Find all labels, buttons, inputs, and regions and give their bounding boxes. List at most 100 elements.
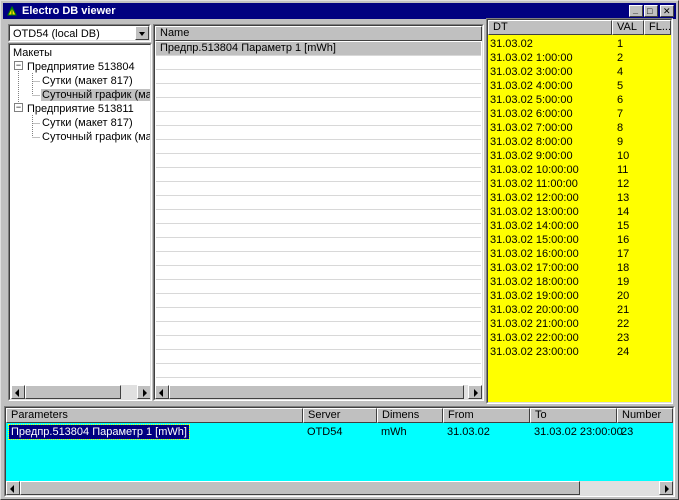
tree-node-label: Предприятие 513811 [27,103,134,115]
value-row-val[interactable]: 9 [617,135,623,149]
value-row-dt[interactable]: 31.03.02 15:00:00 [490,233,579,247]
tree-horizontal-scrollbar[interactable] [11,385,150,399]
column-header-parameters[interactable]: Parameters [6,408,303,423]
value-row-val[interactable]: 24 [617,345,629,359]
value-row-dt[interactable]: 31.03.02 9:00:00 [490,149,573,163]
value-row-dt[interactable]: 31.03.02 19:00:00 [490,289,579,303]
value-row-val[interactable]: 19 [617,275,629,289]
cell-parameter[interactable]: Предпр.513804 Параметр 1 [mWh] [8,424,190,440]
column-header-name[interactable]: Name [155,26,482,41]
cell-dimens: mWh [381,426,407,438]
column-header-number[interactable]: Number [617,408,673,423]
grid-line [156,195,481,196]
value-row-val[interactable]: 15 [617,219,629,233]
value-row-val[interactable]: 22 [617,317,629,331]
value-row-val[interactable]: 1 [617,37,623,51]
scroll-left-button[interactable] [155,385,169,399]
column-header-val[interactable]: VAL [612,20,644,35]
window-title: Electro DB viewer [22,5,116,17]
value-row-dt[interactable]: 31.03.02 6:00:00 [490,107,573,121]
value-row-dt[interactable]: 31.03.02 23:00:00 [490,345,579,359]
names-list: Name Предпр.513804 Параметр 1 [mWh] [153,24,484,401]
tree-leaf-label: Суточный график (ма [42,131,151,143]
value-row-dt[interactable]: 31.03.02 1:00:00 [490,51,573,65]
value-row-dt[interactable]: 31.03.02 [490,37,533,51]
minimize-button[interactable]: _ [629,5,643,17]
scroll-right-button[interactable] [468,385,482,399]
value-row-val[interactable]: 2 [617,51,623,65]
value-row-val[interactable]: 10 [617,149,629,163]
value-row-val[interactable]: 21 [617,303,629,317]
scroll-left-button[interactable] [11,385,25,399]
title-bar[interactable]: Electro DB viewer _ □ ✕ [3,3,676,19]
grid-line [156,237,481,238]
value-row-dt[interactable]: 31.03.02 22:00:00 [490,331,579,345]
value-row-val[interactable]: 4 [617,65,623,79]
list-item[interactable]: Предпр.513804 Параметр 1 [mWh] [156,42,481,55]
value-row-dt[interactable]: 31.03.02 7:00:00 [490,121,573,135]
value-row-dt[interactable]: 31.03.02 4:00:00 [490,79,573,93]
tree-leaf-day-layout[interactable]: Сутки (макет 817) [41,74,134,88]
value-row-dt[interactable]: 31.03.02 12:00:00 [490,191,579,205]
chevron-down-icon [139,32,145,36]
column-header-flags[interactable]: FL... [644,20,671,35]
value-row-dt[interactable]: 31.03.02 20:00:00 [490,303,579,317]
database-select-dropdown-button[interactable] [135,26,149,40]
value-row-val[interactable]: 7 [617,107,623,121]
tree-leaf-daily-schedule[interactable]: Суточный график (ма [41,130,151,144]
database-select[interactable]: OTD54 (local DB) [8,24,151,42]
value-row-val[interactable]: 14 [617,205,629,219]
tree-leaf-daily-schedule[interactable]: Суточный график (ма [41,88,150,102]
value-row-dt[interactable]: 31.03.02 16:00:00 [490,247,579,261]
value-row-dt[interactable]: 31.03.02 21:00:00 [490,317,579,331]
tree-leaf-day-layout[interactable]: Сутки (макет 817) [41,116,134,130]
scroll-thumb[interactable] [169,385,464,399]
scroll-left-button[interactable] [6,481,20,495]
value-row-val[interactable]: 5 [617,79,623,93]
maximize-icon: □ [647,6,653,16]
value-row-val[interactable]: 8 [617,121,623,135]
value-row-val[interactable]: 23 [617,331,629,345]
value-row-dt[interactable]: 31.03.02 13:00:00 [490,205,579,219]
value-row-dt[interactable]: 31.03.02 18:00:00 [490,275,579,289]
value-row-val[interactable]: 16 [617,233,629,247]
names-horizontal-scrollbar[interactable] [155,385,482,399]
value-row-val[interactable]: 20 [617,289,629,303]
close-button[interactable]: ✕ [660,5,674,17]
parameters-horizontal-scrollbar[interactable] [6,481,673,495]
value-row-dt[interactable]: 31.03.02 17:00:00 [490,261,579,275]
grid-line [156,139,481,140]
cell-number: 23 [621,426,634,438]
value-row-dt[interactable]: 31.03.02 11:00:00 [490,177,578,191]
value-row-dt[interactable]: 31.03.02 5:00:00 [490,93,573,107]
collapse-icon[interactable]: − [14,61,23,70]
column-header-dt[interactable]: DT [488,20,612,35]
value-row-dt[interactable]: 31.03.02 14:00:00 [490,219,579,233]
cell-from: 31.03.02 [447,426,490,438]
column-header-to[interactable]: To [530,408,617,423]
value-row-dt[interactable]: 31.03.02 3:00:00 [490,65,573,79]
tree-node-enterprise-513811[interactable]: Предприятие 513811 [26,102,135,116]
value-row-val[interactable]: 12 [617,177,629,191]
column-header-dimens[interactable]: Dimens [377,408,443,423]
scroll-right-button[interactable] [137,385,150,399]
value-row-val[interactable]: 11 [617,163,628,177]
column-header-server[interactable]: Server [303,408,377,423]
value-row-dt[interactable]: 31.03.02 8:00:00 [490,135,573,149]
grid-line [156,181,481,182]
value-row-val[interactable]: 13 [617,191,629,205]
arrow-left-icon [15,389,19,397]
arrow-right-icon [665,485,669,493]
collapse-icon[interactable]: − [14,103,23,112]
tree-node-enterprise-513804[interactable]: Предприятие 513804 [26,60,136,74]
value-row-val[interactable]: 17 [617,247,629,261]
value-row-val[interactable]: 6 [617,93,623,107]
value-row-val[interactable]: 18 [617,261,629,275]
scroll-thumb[interactable] [20,481,580,495]
scroll-thumb[interactable] [25,385,121,399]
column-header-from[interactable]: From [443,408,530,423]
maximize-button[interactable]: □ [644,5,658,17]
grid-line [156,83,481,84]
scroll-right-button[interactable] [659,481,673,495]
value-row-dt[interactable]: 31.03.02 10:00:00 [490,163,579,177]
